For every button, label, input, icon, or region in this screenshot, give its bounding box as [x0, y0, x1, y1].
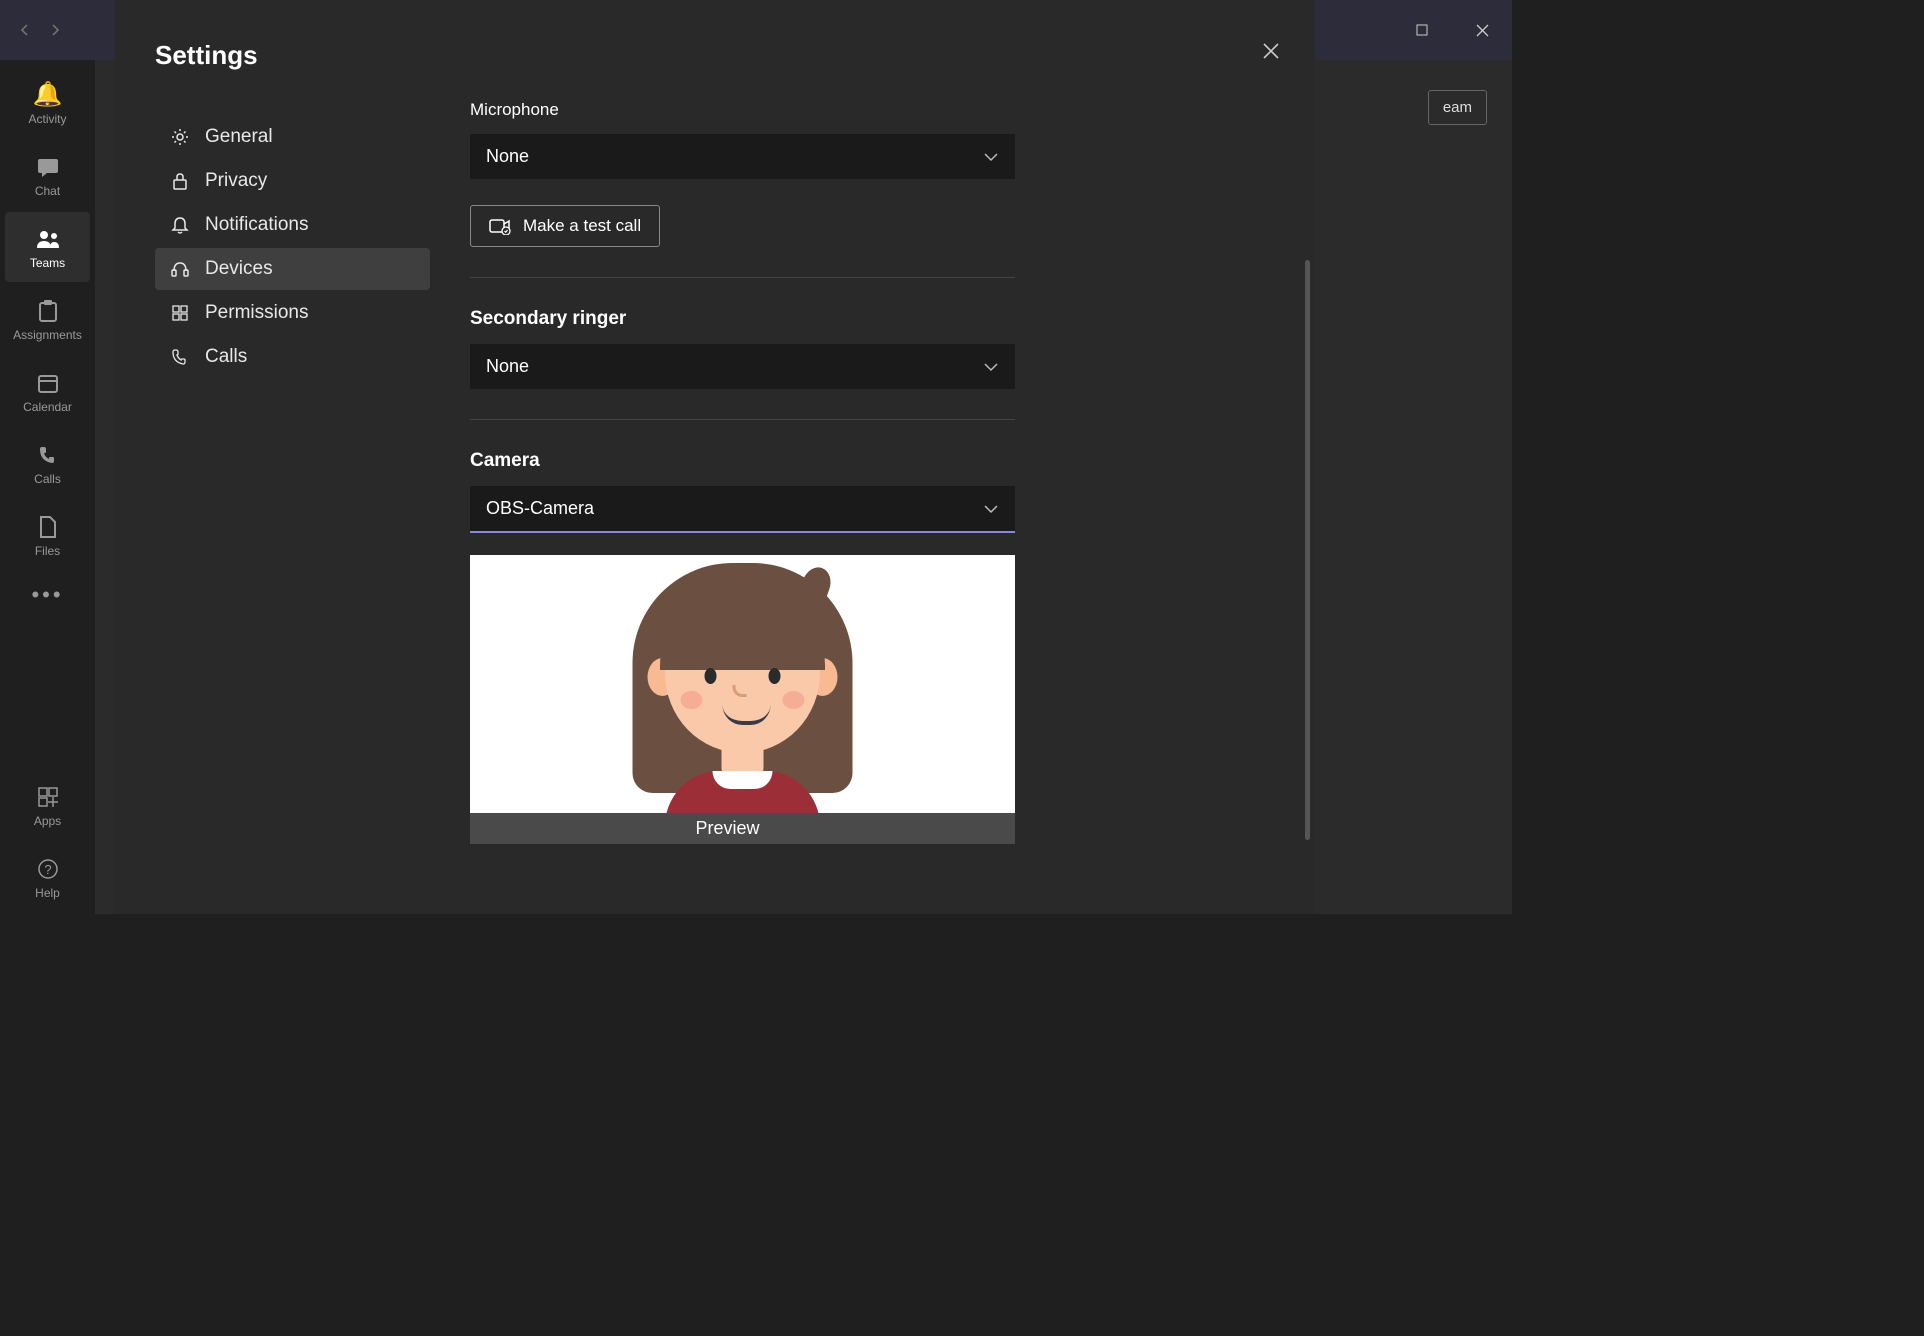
- rail-more-button[interactable]: •••: [31, 582, 63, 608]
- nav-privacy[interactable]: Privacy: [155, 160, 430, 202]
- nav-back-button[interactable]: [10, 15, 40, 45]
- nav-label: Devices: [205, 258, 273, 280]
- settings-modal: Settings General Privacy Notifications: [115, 0, 1315, 914]
- phone-icon: [169, 348, 191, 366]
- dropdown-value: None: [486, 146, 529, 167]
- rail-help[interactable]: ? Help: [5, 842, 90, 912]
- nav-permissions[interactable]: Permissions: [155, 292, 430, 334]
- rail-label: Teams: [30, 256, 65, 270]
- microphone-dropdown[interactable]: None: [470, 134, 1015, 179]
- app-rail: 🔔 Activity Chat Teams Assignments Calend…: [0, 60, 95, 914]
- chevron-down-icon: [983, 504, 999, 514]
- chevron-down-icon: [983, 362, 999, 372]
- nav-label: Permissions: [205, 302, 308, 324]
- assignments-icon: [37, 297, 59, 325]
- nav-label: Calls: [205, 346, 247, 368]
- camera-preview: [470, 555, 1015, 813]
- rail-chat[interactable]: Chat: [5, 140, 90, 210]
- nav-label: Notifications: [205, 214, 309, 236]
- test-call-icon: [489, 217, 511, 235]
- nav-label: Privacy: [205, 170, 267, 192]
- camera-preview-container: Preview: [470, 555, 1045, 844]
- calendar-icon: [37, 369, 59, 397]
- rail-calls[interactable]: Calls: [5, 428, 90, 498]
- nav-general[interactable]: General: [155, 116, 430, 158]
- nav-forward-button[interactable]: [40, 15, 70, 45]
- window-controls: [1392, 0, 1512, 60]
- bell-icon: [169, 215, 191, 235]
- rail-label: Calendar: [23, 400, 72, 414]
- rail-calendar[interactable]: Calendar: [5, 356, 90, 426]
- files-icon: [39, 513, 57, 541]
- dropdown-value: None: [486, 356, 529, 377]
- nav-label: General: [205, 126, 273, 148]
- settings-sidebar: Settings General Privacy Notifications: [115, 0, 470, 914]
- camera-label: Camera: [470, 450, 1195, 472]
- nav-calls[interactable]: Calls: [155, 336, 430, 378]
- join-team-button[interactable]: eam: [1428, 90, 1487, 125]
- rail-label: Apps: [34, 814, 61, 828]
- preview-label: Preview: [470, 813, 1015, 844]
- grid-icon: [169, 304, 191, 322]
- rail-label: Activity: [28, 112, 66, 126]
- chevron-down-icon: [983, 152, 999, 162]
- rail-assignments[interactable]: Assignments: [5, 284, 90, 354]
- svg-text:?: ?: [44, 862, 51, 877]
- gear-icon: [169, 127, 191, 147]
- window-maximize-button[interactable]: [1392, 0, 1452, 60]
- apps-icon: [37, 783, 59, 811]
- rail-label: Files: [35, 544, 60, 558]
- rail-label: Help: [35, 886, 60, 900]
- rail-files[interactable]: Files: [5, 500, 90, 570]
- help-icon: ?: [37, 855, 59, 883]
- settings-title: Settings: [155, 40, 470, 71]
- rail-activity[interactable]: 🔔 Activity: [5, 68, 90, 138]
- rail-teams[interactable]: Teams: [5, 212, 90, 282]
- window-close-button[interactable]: [1452, 0, 1512, 60]
- make-test-call-button[interactable]: Make a test call: [470, 205, 660, 247]
- rail-label: Assignments: [13, 328, 82, 342]
- phone-icon: [37, 441, 59, 469]
- secondary-ringer-dropdown[interactable]: None: [470, 344, 1015, 389]
- nav-notifications[interactable]: Notifications: [155, 204, 430, 246]
- microphone-label: Microphone: [470, 100, 1195, 120]
- headset-icon: [169, 259, 191, 279]
- dropdown-value: OBS-Camera: [486, 498, 594, 519]
- rail-label: Chat: [35, 184, 60, 198]
- divider: [470, 419, 1015, 420]
- scrollbar[interactable]: [1305, 260, 1310, 840]
- bell-icon: 🔔: [33, 81, 63, 109]
- divider: [470, 277, 1015, 278]
- teams-icon: [35, 225, 61, 253]
- avatar-image: [742, 563, 743, 813]
- nav-devices[interactable]: Devices: [155, 248, 430, 290]
- secondary-ringer-label: Secondary ringer: [470, 308, 1195, 330]
- button-label: Make a test call: [523, 216, 641, 236]
- rail-label: Calls: [34, 472, 61, 486]
- chat-icon: [36, 153, 60, 181]
- settings-content: Microphone None Make a test call Seconda…: [470, 0, 1315, 914]
- rail-apps[interactable]: Apps: [5, 770, 90, 840]
- camera-dropdown[interactable]: OBS-Camera: [470, 486, 1015, 533]
- lock-icon: [169, 171, 191, 191]
